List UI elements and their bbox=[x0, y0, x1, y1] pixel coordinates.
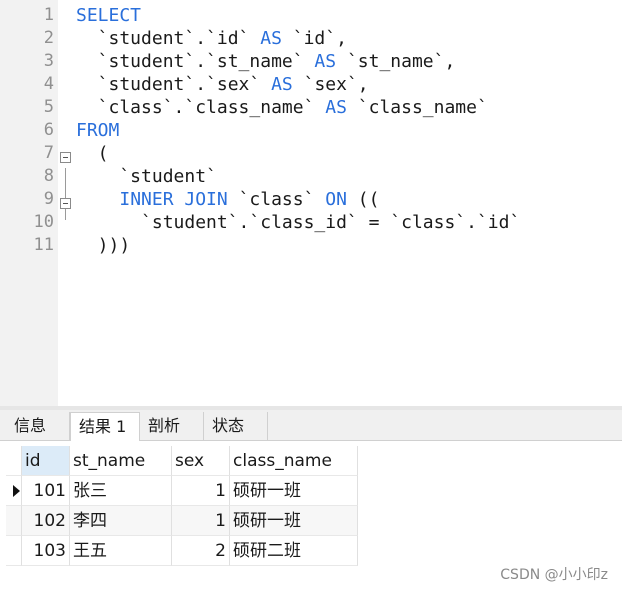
code-text: `student`.`st_name` AS `st_name`, bbox=[76, 50, 456, 73]
column-header-st_name[interactable]: st_name bbox=[70, 446, 172, 476]
cell-st_name[interactable]: 张三 bbox=[70, 476, 172, 506]
sql-token: (( bbox=[346, 189, 380, 210]
code-text: ( bbox=[76, 142, 109, 165]
fold-toggle-icon[interactable] bbox=[60, 198, 71, 209]
code-line[interactable]: 1 SELECT bbox=[0, 4, 622, 27]
row-indicator[interactable] bbox=[6, 506, 22, 536]
code-line[interactable]: 11 ))) bbox=[0, 234, 622, 257]
sql-keyword: AS bbox=[271, 74, 293, 95]
code-text: `student`.`sex` AS `sex`, bbox=[76, 73, 369, 96]
code-text: ))) bbox=[76, 234, 131, 257]
tab-2[interactable]: 剖析 bbox=[140, 412, 204, 440]
code-line[interactable]: 6 FROM bbox=[0, 119, 622, 142]
column-header-id[interactable]: id bbox=[22, 446, 70, 476]
result-tab-bar: 信息 结果 1 剖析 状态 bbox=[0, 410, 622, 441]
sql-keyword: FROM bbox=[76, 120, 120, 141]
line-number-text: 1 bbox=[43, 5, 54, 25]
cell-sex[interactable]: 1 bbox=[172, 476, 230, 506]
sql-token: `student` bbox=[76, 166, 217, 187]
sql-editor[interactable]: 1 SELECT 2 `student`.`id` AS `id`, 3 `stude… bbox=[0, 0, 622, 406]
sql-keyword: AS bbox=[314, 51, 337, 72]
code-text: `student` bbox=[76, 165, 217, 188]
line-number-text: 5 bbox=[43, 97, 54, 117]
line-number-text: 9 bbox=[43, 189, 54, 209]
line-number-text: 10 bbox=[33, 212, 54, 232]
code-line[interactable]: 5 `class`.`class_name` AS `class_name` bbox=[0, 96, 622, 119]
code-line[interactable]: 9 INNER JOIN `class` ON (( bbox=[0, 188, 622, 211]
sql-token: `st_name`, bbox=[336, 51, 456, 72]
cell-st_name[interactable]: 李四 bbox=[70, 506, 172, 536]
code-line[interactable]: 10 `student`.`class_id` = `class`.`id` bbox=[0, 211, 622, 234]
code-line[interactable]: 7 ( bbox=[0, 142, 622, 165]
sql-token: `sex`, bbox=[292, 74, 369, 95]
line-number-text: 3 bbox=[43, 51, 54, 71]
sql-token: `class_name` bbox=[346, 97, 488, 118]
cell-id[interactable]: 103 bbox=[22, 536, 70, 566]
cell-class_name[interactable]: 硕研一班 bbox=[230, 476, 358, 506]
fold-guide bbox=[65, 168, 66, 220]
line-number-text: 7 bbox=[43, 143, 54, 163]
fold-toggle-icon[interactable] bbox=[60, 152, 71, 163]
code-text: `class`.`class_name` AS `class_name` bbox=[76, 96, 488, 119]
row-indicator[interactable] bbox=[6, 536, 22, 566]
line-number-text: 11 bbox=[33, 235, 54, 255]
sql-token: `id`, bbox=[281, 28, 347, 49]
line-number-text: 2 bbox=[43, 28, 54, 48]
code-text: `student`.`class_id` = `class`.`id` bbox=[76, 211, 520, 234]
row-indicator[interactable] bbox=[6, 476, 22, 506]
column-header-sex[interactable]: sex bbox=[172, 446, 230, 476]
cell-class_name[interactable]: 硕研一班 bbox=[230, 506, 358, 536]
cell-st_name[interactable]: 王五 bbox=[70, 536, 172, 566]
sql-token: ( bbox=[76, 143, 109, 164]
table-row[interactable]: 101 张三 1 硕研一班 bbox=[6, 476, 358, 506]
sql-token: `class` bbox=[227, 189, 326, 210]
line-number-text: 4 bbox=[43, 74, 54, 94]
cell-class_name[interactable]: 硕研二班 bbox=[230, 536, 358, 566]
line-number-text: 6 bbox=[43, 120, 54, 140]
sql-token: `student`.`class_id` = `class`.`id` bbox=[76, 212, 521, 233]
row-indicator bbox=[6, 446, 22, 476]
sql-token: `student`.`st_name` bbox=[76, 51, 315, 72]
tab-3[interactable]: 状态 bbox=[204, 412, 268, 440]
sql-keyword: INNER JOIN bbox=[119, 189, 228, 210]
column-header-class_name[interactable]: class_name bbox=[230, 446, 358, 476]
sql-token: `student`.`sex` bbox=[76, 74, 272, 95]
sql-keyword: AS bbox=[260, 28, 282, 49]
grid-header-row: id st_name sex class_name bbox=[6, 446, 358, 476]
table-row[interactable]: 103 王五 2 硕研二班 bbox=[6, 536, 358, 566]
sql-keyword: ON bbox=[325, 189, 347, 210]
sql-token: `student`.`id` bbox=[76, 28, 261, 49]
code-line[interactable]: 2 `student`.`id` AS `id`, bbox=[0, 27, 622, 50]
cell-id[interactable]: 102 bbox=[22, 506, 70, 536]
tab-0[interactable]: 信息 bbox=[6, 412, 70, 440]
tab-1[interactable]: 结果 1 bbox=[70, 412, 140, 441]
line-number-text: 8 bbox=[43, 166, 54, 186]
code-line[interactable]: 3 `student`.`st_name` AS `st_name`, bbox=[0, 50, 622, 73]
sql-token: `class`.`class_name` bbox=[76, 97, 326, 118]
cell-id[interactable]: 101 bbox=[22, 476, 70, 506]
cell-sex[interactable]: 1 bbox=[172, 506, 230, 536]
sql-keyword: AS bbox=[325, 97, 347, 118]
code-text: `student`.`id` AS `id`, bbox=[76, 27, 347, 50]
cell-sex[interactable]: 2 bbox=[172, 536, 230, 566]
result-panel: 信息 结果 1 剖析 状态 id st_name sex class_name 101 张三 1 硕… bbox=[0, 410, 622, 594]
code-text: INNER JOIN `class` ON (( bbox=[76, 188, 379, 211]
code-text: SELECT bbox=[76, 4, 141, 27]
sql-token: ))) bbox=[76, 235, 131, 256]
code-text: FROM bbox=[76, 119, 119, 142]
watermark: CSDN @小小印z bbox=[500, 567, 608, 583]
code-line[interactable]: 4 `student`.`sex` AS `sex`, bbox=[0, 73, 622, 96]
current-row-arrow-icon bbox=[13, 485, 20, 497]
code-line[interactable]: 8 `student` bbox=[0, 165, 622, 188]
sql-keyword: SELECT bbox=[76, 5, 142, 26]
table-row[interactable]: 102 李四 1 硕研一班 bbox=[6, 506, 358, 536]
